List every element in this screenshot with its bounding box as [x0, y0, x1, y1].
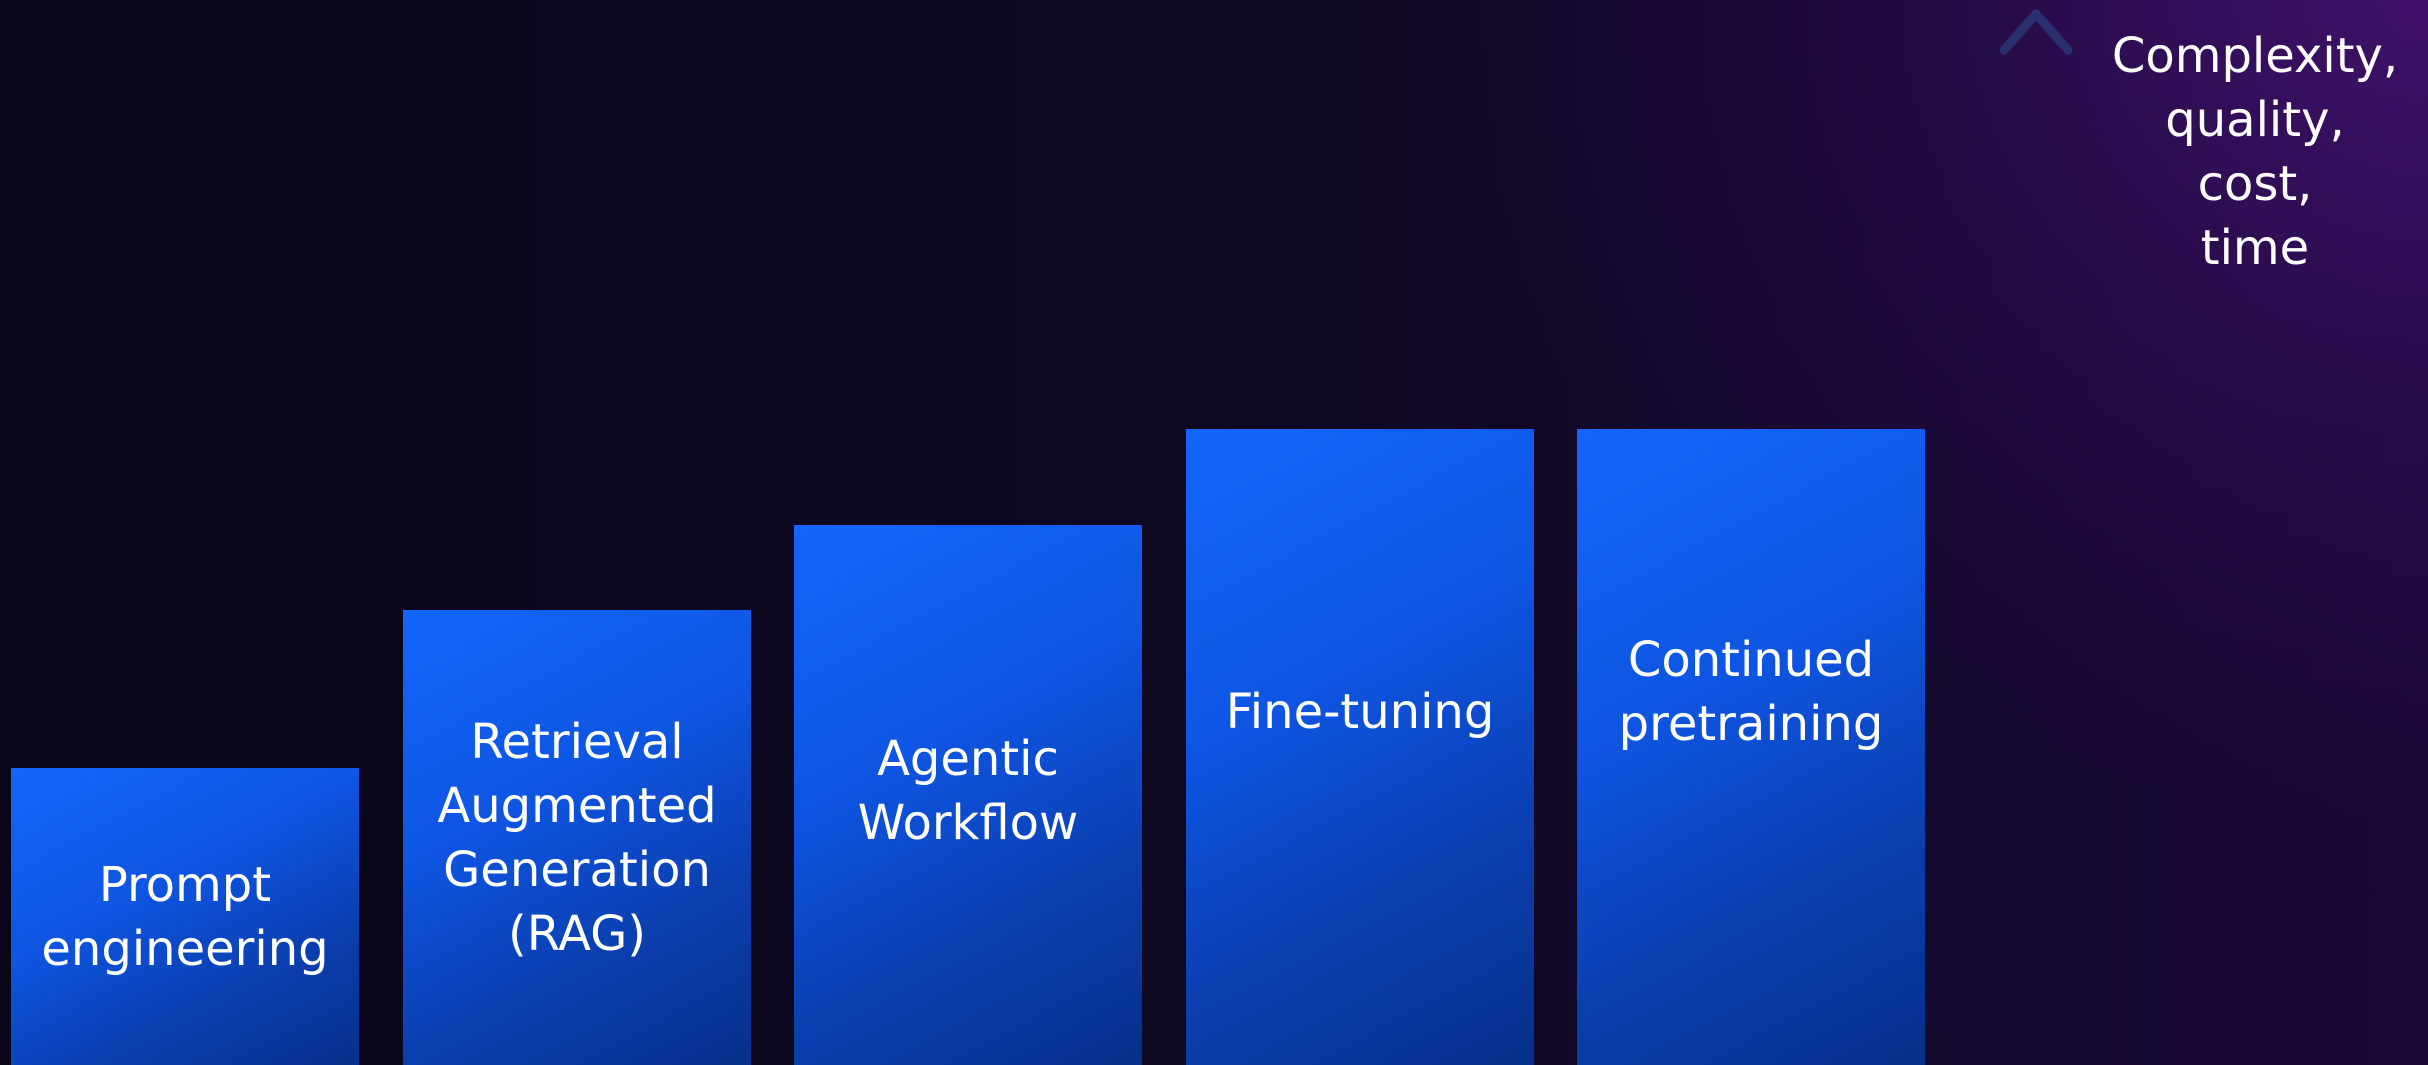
step-label: Prompt engineering [41, 856, 329, 977]
step-fine-tuning: Fine-tuning [1186, 429, 1534, 1065]
step-label: Retrieval Augmented Generation (RAG) [437, 713, 717, 962]
step-label: Fine-tuning [1225, 684, 1495, 740]
up-arrow-icon [1999, 9, 2073, 1065]
step-continued-pretraining: Continued pretraining [1577, 429, 1925, 1065]
step-label: Continued pretraining [1618, 632, 1884, 752]
step-agentic-workflow: Agentic Workflow [794, 525, 1142, 1065]
step-rag: Retrieval Augmented Generation (RAG) [403, 610, 751, 1065]
axis-label-text: Complexity, quality, cost, time [2111, 28, 2399, 276]
step-label: Agentic Workflow [857, 731, 1079, 851]
axis-label: Complexity, quality, cost, time [2090, 24, 2420, 280]
step-prompt-engineering: Prompt engineering [11, 768, 359, 1065]
